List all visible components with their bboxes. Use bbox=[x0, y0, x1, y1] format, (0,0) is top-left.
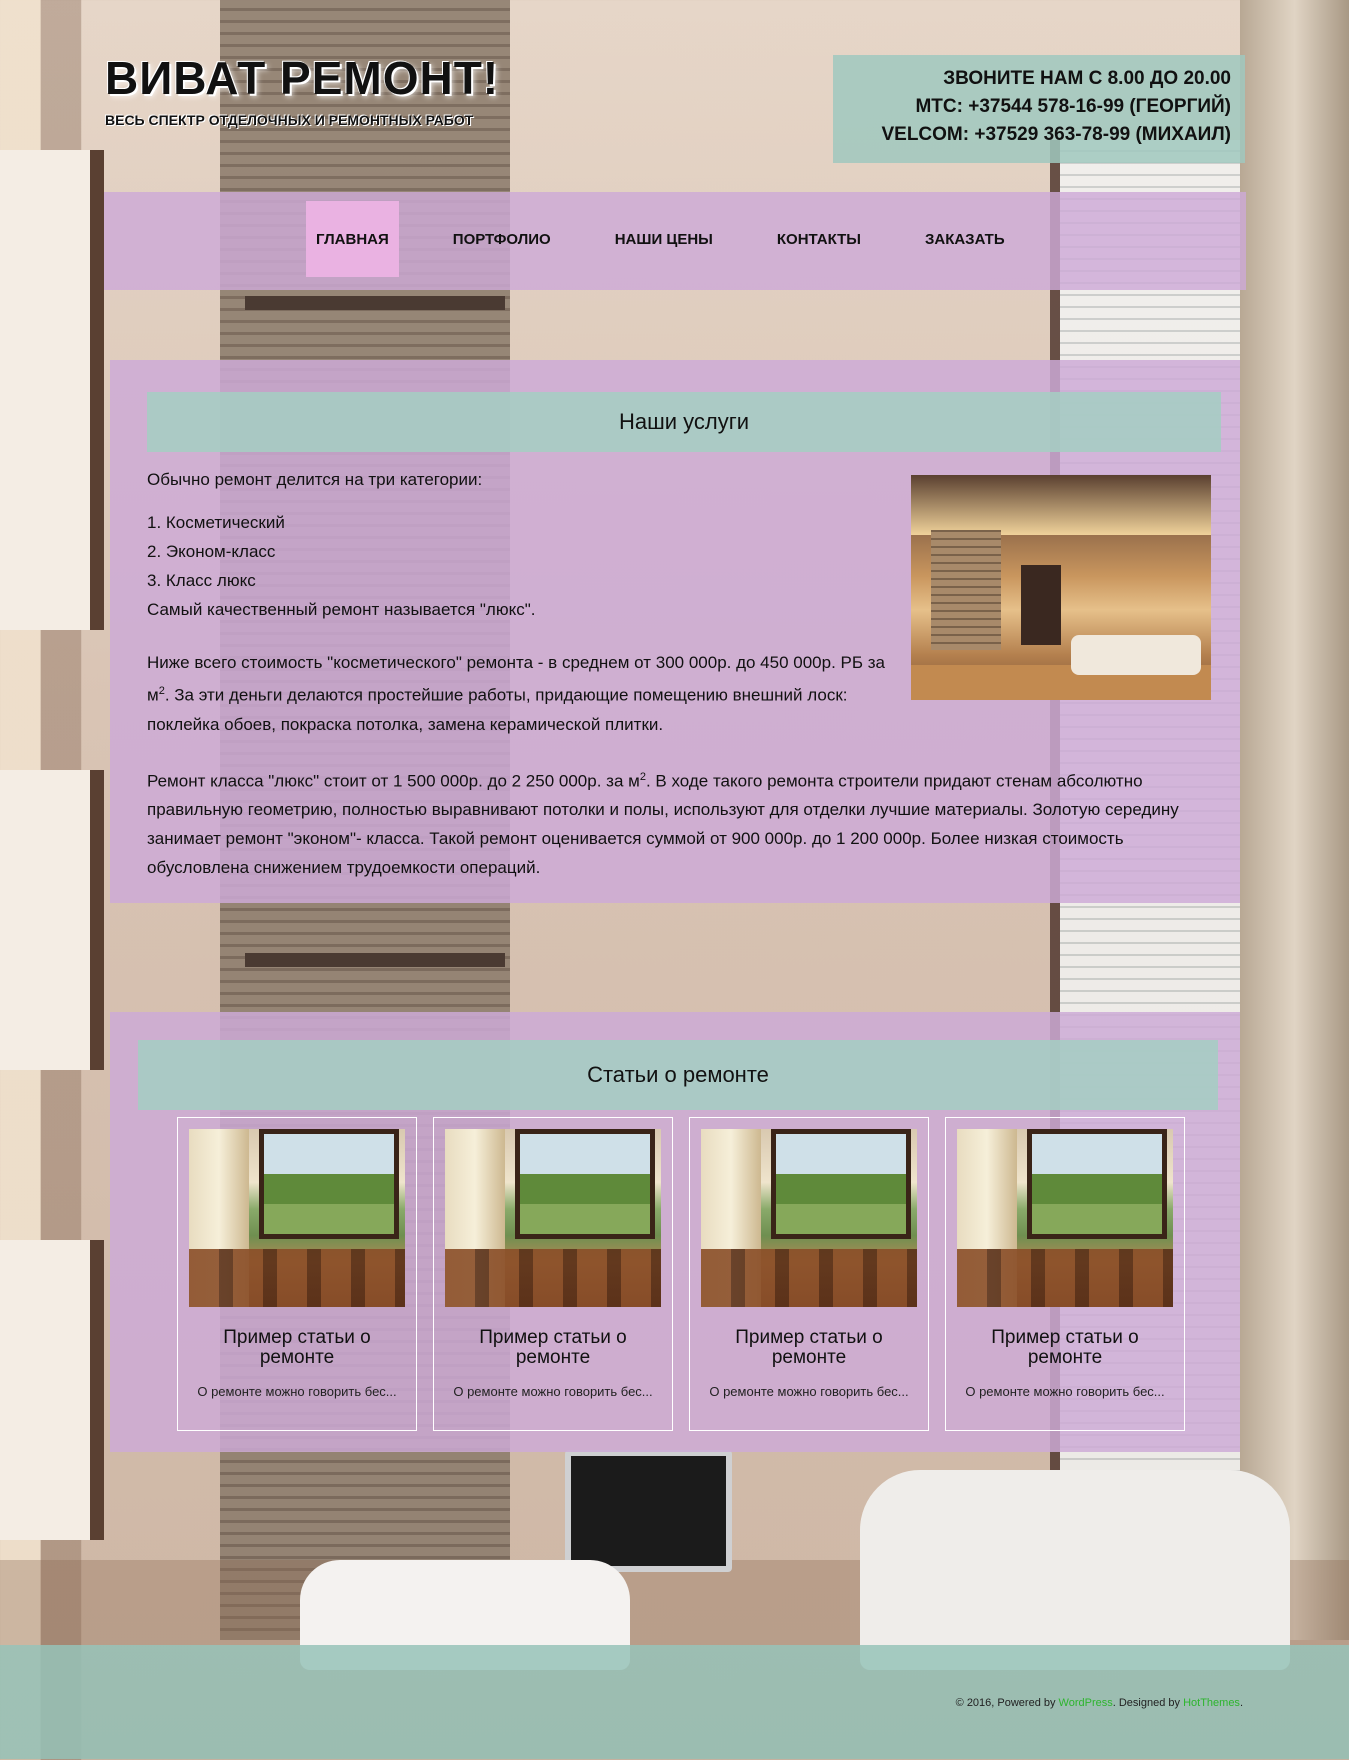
services-heading: Наши услуги bbox=[147, 392, 1221, 452]
category-label: Косметический bbox=[165, 513, 285, 532]
designer-link[interactable]: HotThemes bbox=[1183, 1697, 1240, 1709]
services-category-list: 1. Косметический 2. Эконом-класс 3. Клас… bbox=[147, 508, 1227, 595]
site-title[interactable]: ВИВАТ РЕМОНТ! bbox=[105, 52, 499, 104]
article-thumbnail[interactable] bbox=[445, 1129, 661, 1307]
main-nav: ГЛАВНАЯ ПОРТФОЛИО НАШИ ЦЕНЫ КОНТАКТЫ ЗАК… bbox=[104, 192, 1246, 290]
article-excerpt: О ремонте можно говорить бес... bbox=[709, 1384, 909, 1399]
article-excerpt: О ремонте можно говорить бес... bbox=[197, 1384, 397, 1399]
nav-item-prices[interactable]: НАШИ ЦЕНЫ bbox=[605, 201, 723, 277]
contact-box: ЗВОНИТЕ НАМ С 8.00 ДО 20.00 МТС: +37544 … bbox=[833, 55, 1245, 163]
article-thumbnail[interactable] bbox=[189, 1129, 405, 1307]
articles-section: Статьи о ремонте Пример статьи о ремонте… bbox=[110, 1012, 1240, 1452]
services-section: Наши услуги Обычно ремонт делится на три… bbox=[110, 360, 1240, 903]
site-footer: © 2016, Powered by WordPress. Designed b… bbox=[0, 1645, 1349, 1759]
contact-velcom: VELCOM: +37529 363-78-99 (МИХАИЛ) bbox=[881, 124, 1231, 145]
article-title[interactable]: Пример статьи о ремонте bbox=[954, 1328, 1176, 1368]
list-item: 2. Эконом-класс bbox=[147, 537, 1227, 566]
services-paragraph-cosmetic: Ниже всего стоимость "косметического" ре… bbox=[147, 653, 886, 734]
site-subtitle: ВЕСЬ СПЕКТР ОТДЕЛОЧНЫХ И РЕМОНТНЫХ РАБОТ bbox=[105, 112, 474, 128]
services-intro: Обычно ремонт делится на три категории: bbox=[147, 470, 483, 489]
list-item: 1. Косметический bbox=[147, 508, 1227, 537]
background-tv bbox=[565, 1450, 732, 1572]
site-logo[interactable]: ВИВАТ РЕМОНТ! ВЕСЬ СПЕКТР ОТДЕЛОЧНЫХ И Р… bbox=[105, 52, 499, 128]
background-curtain bbox=[1240, 0, 1349, 1640]
category-label: Класс люкс bbox=[165, 571, 256, 590]
article-title[interactable]: Пример статьи о ремонте bbox=[442, 1328, 664, 1368]
background-shelf-1 bbox=[245, 296, 505, 310]
article-title[interactable]: Пример статьи о ремонте bbox=[186, 1328, 408, 1368]
article-card[interactable]: Пример статьи о ремонте О ремонте можно … bbox=[689, 1117, 929, 1431]
article-excerpt: О ремонте можно говорить бес... bbox=[453, 1384, 653, 1399]
article-thumbnail[interactable] bbox=[957, 1129, 1173, 1307]
article-card[interactable]: Пример статьи о ремонте О ремонте можно … bbox=[177, 1117, 417, 1431]
footer-credits: © 2016, Powered by WordPress. Designed b… bbox=[955, 1697, 1243, 1709]
nav-item-contacts[interactable]: КОНТАКТЫ bbox=[767, 201, 871, 277]
contact-hours: ЗВОНИТЕ НАМ С 8.00 ДО 20.00 bbox=[943, 68, 1231, 89]
list-number: 1. bbox=[147, 513, 166, 532]
category-label: Эконом-класс bbox=[165, 542, 276, 561]
article-card[interactable]: Пример статьи о ремонте О ремонте можно … bbox=[433, 1117, 673, 1431]
contact-mts: МТС: +37544 578-16-99 (ГЕОРГИЙ) bbox=[915, 96, 1231, 117]
article-cards: Пример статьи о ремонте О ремонте можно … bbox=[177, 1117, 1201, 1431]
background-window-3 bbox=[0, 1240, 104, 1540]
services-paragraph-lux: Ремонт класса "люкс" стоит от 1 500 000р… bbox=[147, 770, 1179, 878]
services-best: Самый качественный ремонт называется "лю… bbox=[147, 600, 536, 619]
background-sofa-right bbox=[860, 1470, 1290, 1670]
list-item: 3. Класс люкс bbox=[147, 566, 1227, 595]
article-thumbnail[interactable] bbox=[701, 1129, 917, 1307]
background-window-1 bbox=[0, 150, 104, 630]
services-text: Обычно ремонт делится на три категории: … bbox=[147, 465, 1227, 882]
article-excerpt: О ремонте можно говорить бес... bbox=[965, 1384, 1165, 1399]
nav-item-home[interactable]: ГЛАВНАЯ bbox=[306, 201, 399, 277]
background-shelf-2 bbox=[245, 953, 505, 967]
list-number: 3. bbox=[147, 571, 166, 590]
articles-heading: Статьи о ремонте bbox=[138, 1040, 1218, 1110]
list-number: 2. bbox=[147, 542, 166, 561]
nav-item-order[interactable]: ЗАКАЗАТЬ bbox=[915, 201, 1015, 277]
article-card[interactable]: Пример статьи о ремонте О ремонте можно … bbox=[945, 1117, 1185, 1431]
article-title[interactable]: Пример статьи о ремонте bbox=[698, 1328, 920, 1368]
wordpress-link[interactable]: WordPress bbox=[1059, 1697, 1113, 1709]
nav-item-portfolio[interactable]: ПОРТФОЛИО bbox=[443, 201, 561, 277]
background-window-2 bbox=[0, 770, 104, 1070]
